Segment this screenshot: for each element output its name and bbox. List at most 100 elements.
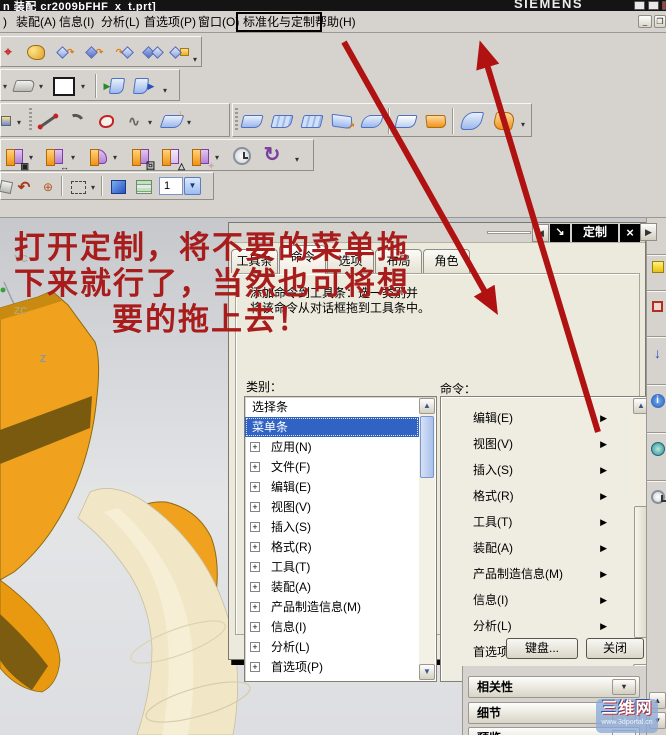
display-mode-icon[interactable] [11, 73, 37, 99]
category-item[interactable]: + 插入(S) [245, 517, 419, 537]
snap-dropdown-icon[interactable]: ▾ [17, 118, 21, 127]
show-degrees-freedom-icon[interactable] [85, 143, 111, 169]
dialog-close-icon[interactable]: × [620, 224, 640, 242]
category-item[interactable]: + 产品制造信息(M) [245, 597, 419, 617]
profile-icon[interactable] [93, 108, 119, 134]
mdi-restore-button[interactable]: ❐ [654, 15, 666, 28]
tree-expand-icon[interactable]: + [250, 662, 260, 672]
tree-expand-icon[interactable]: + [250, 602, 260, 612]
tab-roles[interactable]: 角色 [423, 249, 470, 273]
command-item[interactable]: 信息(I) ▶ [441, 587, 633, 613]
clamp-drag-icon[interactable]: ↘ [550, 224, 570, 242]
wizard-dropdown-icon[interactable]: ▾ [215, 153, 219, 162]
surface-overflow-icon[interactable]: ▾ [521, 120, 525, 129]
close-button[interactable]: 关闭 [586, 638, 644, 659]
category-item[interactable]: + 分析(L) [245, 637, 419, 657]
category-item[interactable]: 选择条 [245, 397, 419, 417]
mdi-minimize-button[interactable]: _ [638, 15, 652, 28]
clock-icon[interactable] [229, 143, 255, 169]
tree-expand-icon[interactable]: + [250, 462, 260, 472]
assembly-overflow-icon[interactable]: ▾ [295, 155, 299, 164]
category-item[interactable]: + 工具(T) [245, 557, 419, 577]
command-item[interactable]: 编辑(E) ▶ [441, 405, 633, 431]
tree-expand-icon[interactable]: + [250, 522, 260, 532]
command-item[interactable]: 装配(A) ▶ [441, 535, 633, 561]
scroll-down-icon[interactable]: ▼ [419, 664, 435, 680]
move-component-icon[interactable]: ↷ [82, 39, 108, 65]
datum-plane-icon[interactable]: ↓ [159, 108, 185, 134]
dialog-title[interactable]: 定制 [572, 224, 618, 242]
part-navigator-icon[interactable]: ↓ [649, 344, 666, 361]
toolbar-overflow-icon[interactable]: ▾ [193, 55, 197, 64]
menu-information[interactable]: 信息(I) [56, 14, 97, 31]
info-palette-icon[interactable]: i [649, 392, 666, 409]
category-item[interactable]: + 格式(R) [245, 537, 419, 557]
mirror-assembly-icon[interactable] [140, 39, 166, 65]
command-item[interactable]: 插入(S) ▶ [441, 457, 633, 483]
through-curves-icon[interactable] [269, 108, 295, 134]
section-dropdown-icon[interactable]: ▾ [163, 86, 167, 95]
constraint-navigator-icon[interactable] [649, 298, 666, 315]
menu-item-fragment[interactable]: ) [0, 14, 10, 31]
refresh-icon[interactable]: ↻ [259, 141, 285, 167]
find-component-icon[interactable]: ▣ [1, 143, 29, 171]
menu-help[interactable]: 帮助(H) [312, 14, 359, 31]
command-item[interactable]: 工具(T) ▶ [441, 509, 633, 535]
display-mode-dropdown-icon[interactable]: ▾ [39, 82, 43, 91]
tree-expand-icon[interactable]: + [250, 442, 260, 452]
menu-assemblies[interactable]: 装配(A) [13, 14, 59, 31]
layer-settings-icon[interactable] [131, 174, 157, 200]
curve-dropdown-icon[interactable]: ▾ [148, 118, 152, 127]
close-window-button[interactable] [662, 1, 666, 10]
studio-surface-icon[interactable] [393, 108, 419, 134]
menu-customize-highlighted[interactable]: 标准化与定制 [236, 12, 323, 32]
tree-expand-icon[interactable]: + [250, 542, 260, 552]
menu-preferences[interactable]: 首选项(P) [141, 14, 199, 31]
interference-check-icon[interactable]: △ [157, 143, 185, 171]
edit-section-icon[interactable]: ▶ [131, 73, 157, 99]
combo-dropdown-icon[interactable]: ▼ [184, 177, 201, 195]
position-dropdown-icon[interactable]: ▾ [71, 153, 75, 162]
replace-component-icon[interactable]: ↷ [111, 39, 137, 65]
dof-dropdown-icon[interactable]: ▾ [113, 153, 117, 162]
chevron-down-icon[interactable]: ▾ [612, 679, 636, 695]
toolbar-grip[interactable] [29, 108, 32, 132]
assembly-wizard-icon[interactable]: ✦ [187, 143, 215, 171]
history-palette-icon[interactable] [649, 488, 666, 505]
component-position-icon[interactable]: ↔ [41, 143, 69, 172]
maximize-window-button[interactable] [648, 1, 659, 10]
scrollbar-thumb[interactable] [420, 416, 434, 478]
tree-expand-icon[interactable]: + [250, 582, 260, 592]
dialog-grip-handle[interactable] [487, 231, 531, 234]
arc-icon[interactable] [63, 108, 89, 134]
studio-spline-icon[interactable]: ∿ [121, 108, 147, 134]
through-curve-mesh-icon[interactable] [299, 108, 325, 134]
ruled-surface-icon[interactable] [239, 108, 265, 134]
minimize-window-button[interactable] [634, 1, 645, 10]
clamp-nav-left-icon[interactable]: ◀ [532, 224, 549, 242]
menu-analysis[interactable]: 分析(L) [98, 14, 143, 31]
category-item[interactable]: + 首选项(P) [245, 657, 419, 677]
categories-scrollbar[interactable]: ▲ ▼ [419, 398, 435, 680]
command-item[interactable]: 产品制造信息(M) ▶ [441, 561, 633, 587]
undo-icon[interactable]: ↶ [13, 174, 35, 200]
panel-header-dependencies[interactable]: 相关性 ▾ [468, 676, 640, 698]
keyboard-button[interactable]: 键盘... [506, 638, 578, 659]
categories-list[interactable]: 选择条 菜单条 + 应用(N) + 文件(F) + 编辑(E) + 视图(V) + 插入(… [244, 396, 437, 682]
select-dropdown-icon[interactable]: ▾ [91, 183, 95, 192]
tree-expand-icon[interactable]: + [250, 642, 260, 652]
category-item[interactable]: + 装配(A) [245, 577, 419, 597]
wave-geometry-icon[interactable] [167, 39, 193, 65]
datum-csys-icon[interactable]: ⌖ [0, 39, 21, 65]
web-browser-icon[interactable] [649, 440, 666, 457]
tree-expand-icon[interactable]: + [250, 622, 260, 632]
command-item[interactable]: 分析(L) ▶ [441, 613, 633, 639]
scroll-up-icon[interactable]: ▲ [419, 398, 435, 414]
bend-surface-icon[interactable] [491, 108, 517, 134]
command-item[interactable]: 格式(R) ▶ [441, 483, 633, 509]
swept-surface-icon[interactable]: ↗ [329, 108, 355, 134]
clamp-nav-right-icon[interactable]: ▶ [640, 223, 657, 241]
tree-expand-icon[interactable]: + [250, 482, 260, 492]
tree-expand-icon[interactable]: + [250, 562, 260, 572]
category-item-selected[interactable]: 菜单条 [245, 417, 419, 437]
